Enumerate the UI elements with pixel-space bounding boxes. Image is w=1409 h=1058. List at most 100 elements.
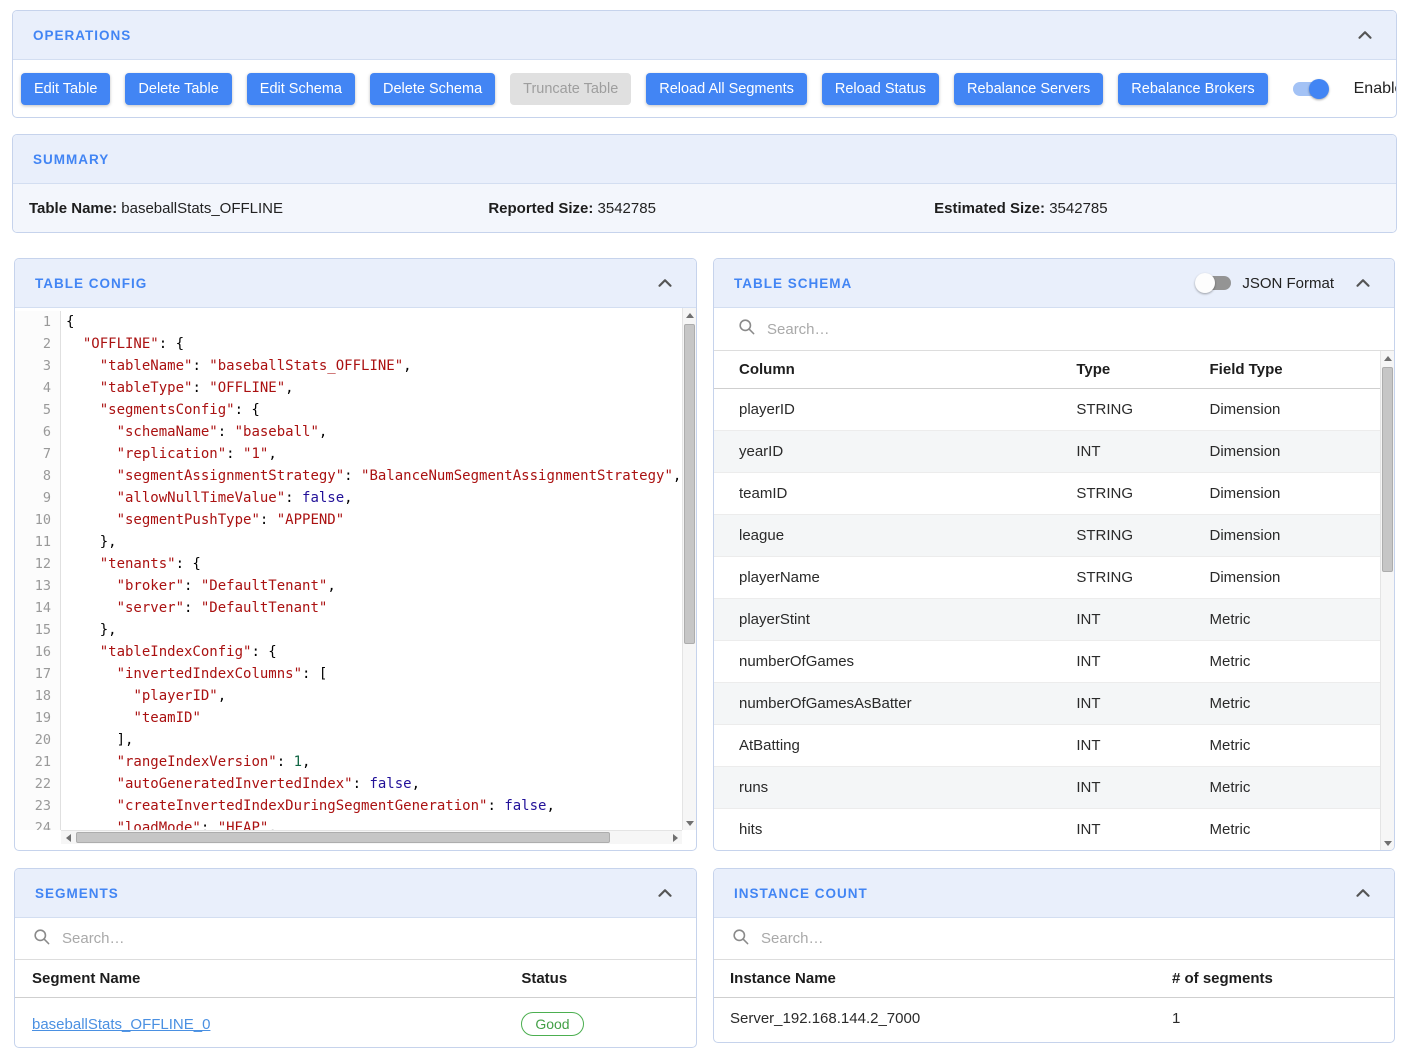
code-line: 7 "replication": "1", [15, 443, 696, 465]
column-header: # of segments [1156, 960, 1394, 998]
table-cell: Dimension [1194, 389, 1380, 431]
op-button-rebalance-brokers[interactable]: Rebalance Brokers [1118, 73, 1267, 105]
line-text: "tenants": { [61, 553, 201, 575]
code-line: 14 "server": "DefaultTenant" [15, 597, 696, 619]
summary-panel: SUMMARY Table Name: baseballStats_OFFLIN… [12, 134, 1397, 233]
line-text: ], [61, 729, 133, 751]
table-cell: Server_192.168.144.2_7000 [714, 998, 1156, 1040]
enable-toggle[interactable] [1291, 79, 1329, 99]
table-row: baseballStats_OFFLINE_0 Good [15, 998, 696, 1049]
summary-title: SUMMARY [33, 152, 109, 167]
line-text: "broker": "DefaultTenant", [61, 575, 336, 597]
operations-title: OPERATIONS [33, 28, 131, 43]
code-line: 17 "invertedIndexColumns": [ [15, 663, 696, 685]
summary-field-value: 3542785 [598, 200, 656, 217]
table-cell: STRING [1060, 473, 1193, 515]
line-number: 19 [15, 707, 61, 729]
op-button-delete-schema[interactable]: Delete Schema [370, 73, 495, 105]
table-cell: INT [1060, 599, 1193, 641]
op-button-edit-schema[interactable]: Edit Schema [247, 73, 355, 105]
table-cell: hits [714, 809, 1060, 851]
summary-field-value: 3542785 [1049, 200, 1107, 217]
line-text: }, [61, 619, 117, 641]
column-header: Type [1060, 351, 1193, 389]
json-format-toggle[interactable] [1195, 273, 1233, 293]
code-editor[interactable]: 1{2 "OFFLINE": {3 "tableName": "baseball… [15, 308, 696, 844]
instance-table-body: Server_192.168.144.2_70001 [714, 998, 1394, 1040]
table-cell: Dimension [1194, 473, 1380, 515]
search-input[interactable] [62, 930, 679, 947]
line-number: 21 [15, 751, 61, 773]
horizontal-scrollbar[interactable] [61, 830, 682, 844]
line-number: 7 [15, 443, 61, 465]
code-line: 15 }, [15, 619, 696, 641]
segments-header: SEGMENTS [15, 869, 696, 918]
schema-table-wrap: Column Type Field Type playerIDSTRINGDim… [714, 351, 1394, 850]
code-line: 16 "tableIndexConfig": { [15, 641, 696, 663]
code-line: 21 "rangeIndexVersion": 1, [15, 751, 696, 773]
table-cell: playerName [714, 557, 1060, 599]
code-line: 3 "tableName": "baseballStats_OFFLINE", [15, 355, 696, 377]
summary-field: Estimated Size: 3542785 [934, 200, 1380, 217]
vertical-scrollbar[interactable] [682, 308, 696, 830]
line-number: 2 [15, 333, 61, 355]
table-config-header: TABLE CONFIG [15, 259, 696, 308]
json-format-label: JSON Format [1242, 275, 1334, 292]
summary-body: Table Name: baseballStats_OFFLINE Report… [13, 184, 1396, 232]
table-cell: Dimension [1194, 515, 1380, 557]
search-input[interactable] [761, 930, 1377, 947]
table-row: AtBattingINTMetric [714, 725, 1380, 767]
segments-table: Segment Name Status baseballStats_OFFLIN… [15, 960, 696, 1048]
code-line: 5 "segmentsConfig": { [15, 399, 696, 421]
table-row: leagueSTRINGDimension [714, 515, 1380, 557]
op-button-reload-status[interactable]: Reload Status [822, 73, 939, 105]
line-number: 14 [15, 597, 61, 619]
op-button-reload-all-segments[interactable]: Reload All Segments [646, 73, 807, 105]
segment-link[interactable]: baseballStats_OFFLINE_0 [32, 1016, 210, 1033]
table-cell: 1 [1156, 998, 1394, 1040]
table-row: runsINTMetric [714, 767, 1380, 809]
line-number: 6 [15, 421, 61, 443]
chevron-up-icon[interactable] [654, 272, 676, 294]
line-number: 5 [15, 399, 61, 421]
column-header: Status [505, 960, 696, 998]
summary-field-label: Reported Size: [488, 200, 593, 217]
op-button-edit-table[interactable]: Edit Table [21, 73, 110, 105]
table-cell: INT [1060, 767, 1193, 809]
line-number: 22 [15, 773, 61, 795]
status-badge: Good [521, 1012, 583, 1036]
op-button-delete-table[interactable]: Delete Table [125, 73, 231, 105]
line-text: "tableName": "baseballStats_OFFLINE", [61, 355, 412, 377]
table-cell: league [714, 515, 1060, 557]
schema-table: Column Type Field Type playerIDSTRINGDim… [714, 351, 1380, 850]
code-line: 1{ [15, 311, 696, 333]
table-cell: INT [1060, 683, 1193, 725]
schema-table-body: playerIDSTRINGDimensionyearIDINTDimensio… [714, 389, 1380, 851]
line-text: { [61, 311, 74, 333]
column-header: Field Type [1194, 351, 1380, 389]
table-config-title: TABLE CONFIG [35, 276, 147, 291]
table-cell: Good [505, 998, 696, 1049]
line-text: "segmentPushType": "APPEND" [61, 509, 344, 531]
table-cell: numberOfGamesAsBatter [714, 683, 1060, 725]
op-button-rebalance-servers[interactable]: Rebalance Servers [954, 73, 1103, 105]
enable-label: Enable [1354, 80, 1397, 98]
search-input[interactable] [767, 321, 1371, 338]
chevron-up-icon[interactable] [1352, 882, 1374, 904]
code-line: 6 "schemaName": "baseball", [15, 421, 696, 443]
table-cell: INT [1060, 809, 1193, 851]
chevron-up-icon[interactable] [654, 882, 676, 904]
code-line: 11 }, [15, 531, 696, 553]
code-line: 8 "segmentAssignmentStrategy": "BalanceN… [15, 465, 696, 487]
table-cell: yearID [714, 431, 1060, 473]
chevron-up-icon[interactable] [1352, 272, 1374, 294]
code-line: 20 ], [15, 729, 696, 751]
vertical-scrollbar[interactable] [1380, 351, 1394, 850]
line-text: "teamID" [61, 707, 201, 729]
table-config-panel: TABLE CONFIG 1{2 "OFFLINE": {3 "tableNam… [14, 258, 697, 851]
summary-field-label: Table Name: [29, 200, 117, 217]
summary-field: Table Name: baseballStats_OFFLINE [29, 200, 488, 217]
segments-panel: SEGMENTS Segment Name Status baseballSta… [14, 868, 697, 1048]
column-header: Segment Name [15, 960, 505, 998]
chevron-up-icon[interactable] [1354, 24, 1376, 46]
